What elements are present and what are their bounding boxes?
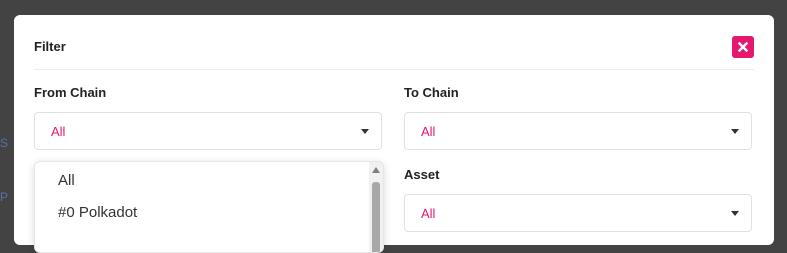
dropdown-option-polkadot[interactable]: #0 Polkadot xyxy=(58,204,137,221)
scroll-up-arrow-icon[interactable] xyxy=(372,167,380,173)
background-text: S xyxy=(0,136,9,150)
close-icon xyxy=(738,42,748,52)
asset-value: All xyxy=(421,206,436,221)
chevron-down-icon xyxy=(361,129,369,134)
asset-label: Asset xyxy=(404,167,440,182)
chevron-down-icon xyxy=(731,129,739,134)
to-chain-label: To Chain xyxy=(404,85,459,100)
background-text: P xyxy=(0,190,9,204)
to-chain-select[interactable]: All xyxy=(404,112,752,150)
from-chain-select[interactable]: All xyxy=(34,112,382,150)
from-chain-label: From Chain xyxy=(34,85,107,100)
modal-header: Filter xyxy=(34,15,754,70)
dropdown-option-all[interactable]: All xyxy=(58,172,75,189)
scrollbar-thumb[interactable] xyxy=(372,182,380,252)
filter-modal: Filter From Chain All To Chain All Asset… xyxy=(14,15,774,253)
from-chain-dropdown: All #0 Polkadot xyxy=(34,161,384,253)
to-chain-value: All xyxy=(421,124,436,139)
modal-title: Filter xyxy=(34,39,66,54)
chevron-down-icon xyxy=(731,211,739,216)
asset-select[interactable]: All xyxy=(404,194,752,232)
close-button[interactable] xyxy=(732,36,754,58)
from-chain-value: All xyxy=(51,124,66,139)
dropdown-scrollbar[interactable] xyxy=(369,162,383,252)
